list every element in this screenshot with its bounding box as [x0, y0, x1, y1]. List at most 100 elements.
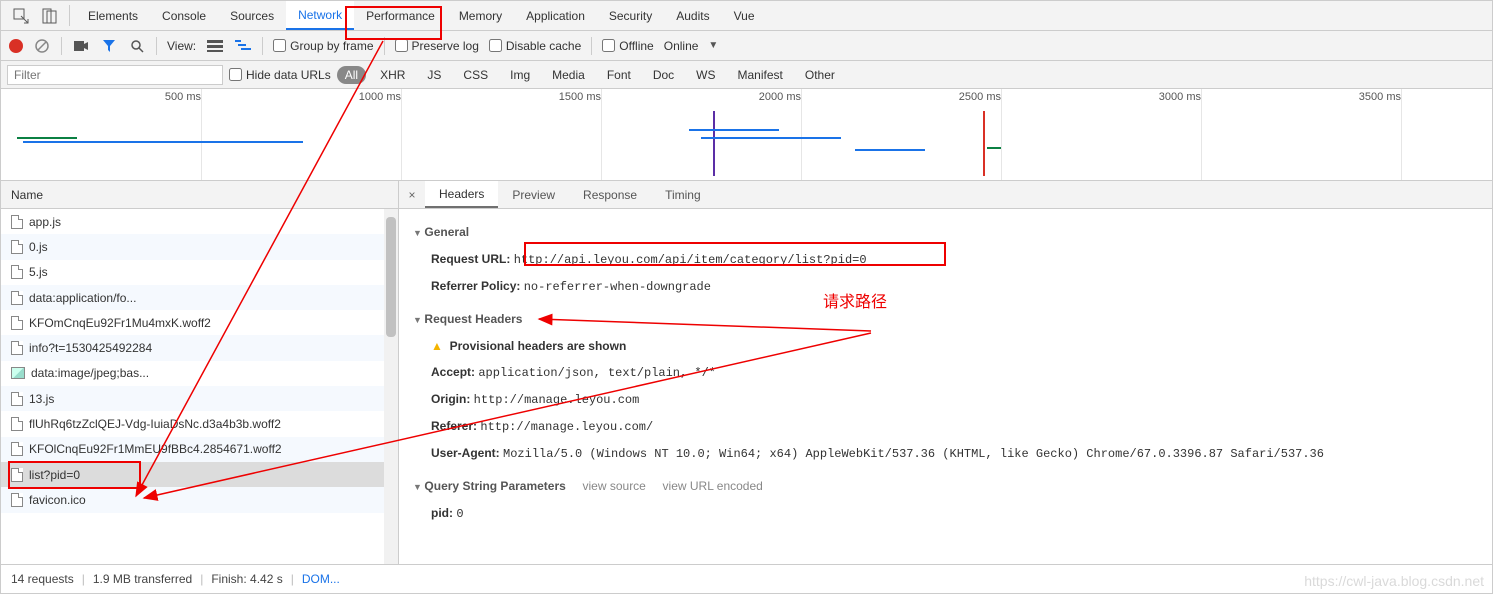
- accept-label: Accept:: [431, 365, 475, 379]
- tab-elements[interactable]: Elements: [76, 1, 150, 30]
- type-media[interactable]: Media: [544, 66, 593, 84]
- dom-loaded-link[interactable]: DOM...: [302, 572, 340, 586]
- warning-icon: ▲: [431, 339, 443, 353]
- request-row[interactable]: info?t=1530425492284: [1, 335, 398, 360]
- tick-1500: 1500 ms: [559, 91, 601, 103]
- waterfall-icon[interactable]: [234, 37, 252, 55]
- group-by-frame-check[interactable]: Group by frame: [273, 39, 373, 53]
- referrer-policy-label: Referrer Policy:: [431, 279, 520, 293]
- tick-3000: 3000 ms: [1159, 91, 1201, 103]
- type-xhr[interactable]: XHR: [372, 66, 413, 84]
- tab-network[interactable]: Network: [286, 1, 354, 30]
- referer-label: Referer:: [431, 419, 477, 433]
- request-name: data:image/jpeg;bas...: [31, 366, 149, 380]
- device-icon[interactable]: [35, 1, 63, 30]
- clear-icon[interactable]: [33, 37, 51, 55]
- watermark: https://cwl-java.blog.csdn.net: [1304, 573, 1484, 589]
- request-row[interactable]: app.js: [1, 209, 398, 234]
- request-row[interactable]: KFOlCnqEu92Fr1MmEU9fBBc4.2854671.woff2: [1, 437, 398, 462]
- large-rows-icon[interactable]: [206, 37, 224, 55]
- tab-preview[interactable]: Preview: [498, 181, 569, 208]
- filter-bar: Hide data URLs All XHR JS CSS Img Media …: [1, 61, 1492, 89]
- request-list-pane: Name app.js0.js5.js data:application/fo..…: [1, 181, 399, 564]
- request-name: flUhRq6tzZclQEJ-Vdg-IuiaDsNc.d3a4b3b.wof…: [29, 417, 281, 431]
- request-name: KFOlCnqEu92Fr1MmEU9fBBc4.2854671.woff2: [29, 442, 282, 456]
- document-file-icon: [11, 417, 23, 431]
- origin-label: Origin:: [431, 392, 470, 406]
- preserve-log-check[interactable]: Preserve log: [395, 39, 479, 53]
- record-button[interactable]: [9, 39, 23, 53]
- type-css[interactable]: CSS: [455, 66, 496, 84]
- request-row[interactable]: 0.js: [1, 234, 398, 259]
- tab-sources[interactable]: Sources: [218, 1, 286, 30]
- tab-security[interactable]: Security: [597, 1, 664, 30]
- request-name: data:application/fo...: [29, 291, 136, 305]
- type-doc[interactable]: Doc: [645, 66, 682, 84]
- name-column-header[interactable]: Name: [1, 181, 398, 209]
- query-params-section[interactable]: Query String Parameters: [413, 479, 566, 493]
- request-row[interactable]: data:image/jpeg;bas...: [1, 361, 398, 386]
- type-manifest[interactable]: Manifest: [730, 66, 791, 84]
- document-file-icon: [11, 240, 23, 254]
- disable-cache-check[interactable]: Disable cache: [489, 39, 581, 53]
- camera-icon[interactable]: [72, 37, 90, 55]
- tab-memory[interactable]: Memory: [447, 1, 514, 30]
- tab-audits[interactable]: Audits: [664, 1, 721, 30]
- inspect-icon[interactable]: [7, 1, 35, 30]
- tab-application[interactable]: Application: [514, 1, 597, 30]
- search-icon[interactable]: [128, 37, 146, 55]
- ua-value: Mozilla/5.0 (Windows NT 10.0; Win64; x64…: [503, 447, 1324, 461]
- view-url-encoded-link[interactable]: view URL encoded: [663, 479, 763, 493]
- hide-data-urls-check[interactable]: Hide data URLs: [229, 68, 331, 82]
- tab-console[interactable]: Console: [150, 1, 218, 30]
- request-name: list?pid=0: [29, 468, 80, 482]
- transferred-size: 1.9 MB transferred: [93, 572, 192, 586]
- scrollbar[interactable]: [384, 209, 398, 564]
- tick-2000: 2000 ms: [759, 91, 801, 103]
- provisional-warning: Provisional headers are shown: [450, 339, 627, 353]
- offline-check[interactable]: Offline: [602, 39, 653, 53]
- document-file-icon: [11, 442, 23, 456]
- request-url-value: http://api.leyou.com/api/item/category/l…: [514, 253, 867, 267]
- request-row[interactable]: list?pid=0: [1, 462, 398, 487]
- type-ws[interactable]: WS: [688, 66, 723, 84]
- tab-headers[interactable]: Headers: [425, 181, 498, 208]
- view-label: View:: [167, 39, 196, 53]
- request-row[interactable]: data:application/fo...: [1, 285, 398, 310]
- timeline-overview[interactable]: 500 ms 1000 ms 1500 ms 2000 ms 2500 ms 3…: [1, 89, 1492, 181]
- tick-3500: 3500 ms: [1359, 91, 1401, 103]
- tab-performance[interactable]: Performance: [354, 1, 447, 30]
- request-row[interactable]: 5.js: [1, 260, 398, 285]
- request-row[interactable]: 13.js: [1, 386, 398, 411]
- request-row[interactable]: favicon.ico: [1, 487, 398, 512]
- view-source-link[interactable]: view source: [583, 479, 646, 493]
- type-all[interactable]: All: [337, 66, 366, 84]
- general-section[interactable]: General: [413, 221, 1478, 244]
- filter-icon[interactable]: [100, 37, 118, 55]
- type-img[interactable]: Img: [502, 66, 538, 84]
- finish-time: Finish: 4.42 s: [211, 572, 282, 586]
- online-label[interactable]: Online: [664, 39, 699, 53]
- request-name: KFOmCnqEu92Fr1Mu4mxK.woff2: [29, 316, 211, 330]
- tab-timing[interactable]: Timing: [651, 181, 715, 208]
- pid-label: pid:: [431, 506, 453, 520]
- devtools-tabs: Elements Console Sources Network Perform…: [1, 1, 1492, 31]
- filter-input[interactable]: [7, 65, 223, 85]
- network-toolbar: View: Group by frame Preserve log Disabl…: [1, 31, 1492, 61]
- request-row[interactable]: KFOmCnqEu92Fr1Mu4mxK.woff2: [1, 310, 398, 335]
- tab-vue[interactable]: Vue: [722, 1, 767, 30]
- throttling-dropdown-icon[interactable]: ▼: [708, 40, 718, 51]
- document-file-icon: [11, 316, 23, 330]
- close-details-icon[interactable]: ×: [399, 181, 425, 208]
- tab-response[interactable]: Response: [569, 181, 651, 208]
- type-js[interactable]: JS: [419, 66, 449, 84]
- status-bar: 14 requests| 1.9 MB transferred| Finish:…: [1, 565, 1492, 593]
- type-other[interactable]: Other: [797, 66, 843, 84]
- tick-1000: 1000 ms: [359, 91, 401, 103]
- document-file-icon: [11, 291, 23, 305]
- request-headers-section[interactable]: Request Headers: [413, 308, 1478, 331]
- request-url-label: Request URL:: [431, 252, 510, 266]
- type-font[interactable]: Font: [599, 66, 639, 84]
- request-row[interactable]: flUhRq6tzZclQEJ-Vdg-IuiaDsNc.d3a4b3b.wof…: [1, 411, 398, 436]
- document-file-icon: [11, 215, 23, 229]
